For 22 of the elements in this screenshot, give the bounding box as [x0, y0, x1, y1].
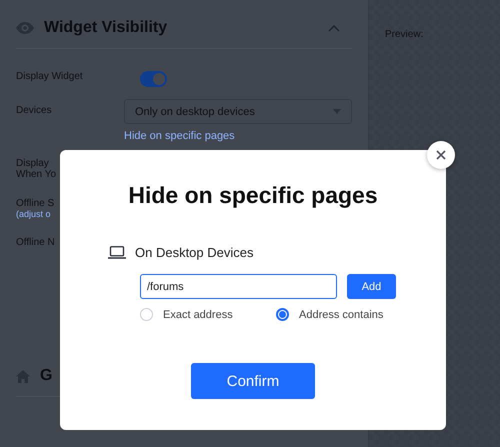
- chevron-up-icon[interactable]: [328, 24, 340, 32]
- setting-label: Display: [16, 158, 50, 169]
- setting-label: Display Widget: [16, 71, 84, 82]
- setting-label: Devices: [16, 105, 53, 116]
- device-heading: On Desktop Devices: [135, 245, 254, 260]
- radio-icon[interactable]: [276, 308, 289, 321]
- hide-pages-link[interactable]: Hide on specific pages: [124, 130, 235, 142]
- confirm-button[interactable]: Confirm: [191, 363, 315, 399]
- home-icon: [16, 370, 30, 382]
- add-button[interactable]: Add: [347, 274, 396, 299]
- setting-label: Offline N: [16, 237, 56, 248]
- address-input[interactable]: /forums: [140, 274, 337, 299]
- match-option[interactable]: Address contains: [276, 308, 412, 321]
- setting-label: When Yo: [16, 169, 58, 180]
- display-toggle[interactable]: [140, 71, 167, 87]
- section-title: Widget Visibility: [44, 19, 168, 37]
- close-icon: [436, 150, 446, 160]
- match-option[interactable]: Exact address: [140, 308, 276, 321]
- dialog-title: Hide on specific pages: [128, 182, 378, 209]
- section-title: G: [40, 367, 52, 385]
- laptop-icon: [108, 246, 126, 259]
- setting-label: Offline S: [16, 198, 56, 209]
